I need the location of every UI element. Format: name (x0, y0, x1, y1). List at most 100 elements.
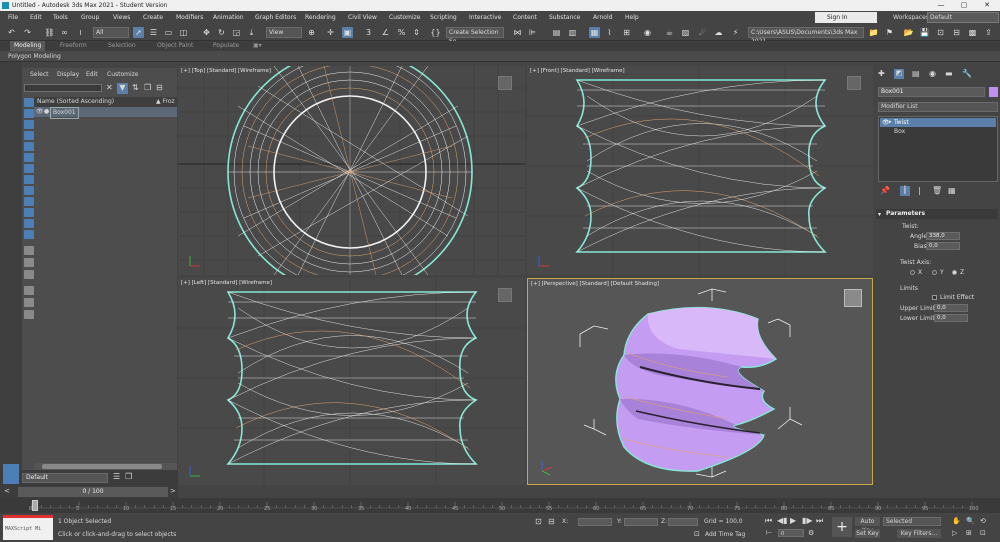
minimize-button[interactable]: — (930, 0, 952, 11)
se-search-field[interactable] (24, 84, 102, 92)
viewport-front[interactable]: [+] [Front] [Standard] [Wireframe] (527, 66, 873, 275)
render-production-icon[interactable]: ☄ (697, 27, 708, 38)
render-setup-icon[interactable]: ☕ (664, 27, 675, 38)
toggle-ribbon-icon[interactable]: ▦ (589, 27, 600, 38)
display-geometry-icon[interactable] (24, 109, 34, 118)
stack-item-twist[interactable]: 👁 ▸ Twist (880, 118, 996, 127)
align-icon[interactable]: ⊫ (527, 27, 538, 38)
viewport-top[interactable]: [+] [Top] [Standard] [Wireframe] (178, 66, 525, 275)
cloud-sync-icon[interactable]: ⇪ (983, 27, 994, 38)
add-time-tag[interactable]: Add Time Tag (705, 531, 745, 538)
window-crossing-icon[interactable]: ◫ (178, 27, 189, 38)
display-tab-icon[interactable]: ▬ (945, 69, 953, 78)
unlink-icon[interactable]: ∞ (59, 27, 70, 38)
menu-civil-view[interactable]: Civil View (348, 11, 377, 24)
viewport-label-left[interactable]: [+] [Left] [Standard] [Wireframe] (181, 280, 272, 286)
link-icon[interactable]: ⛓ (44, 27, 55, 38)
y-coord-field[interactable] (624, 518, 658, 526)
create-tab-icon[interactable]: ✚ (878, 69, 885, 78)
reference-icon[interactable]: ⊟ (951, 27, 962, 38)
sort-icon[interactable]: ⇅ (132, 83, 139, 92)
show-end-result-icon[interactable]: ┃ (900, 186, 910, 196)
ribbon-tab-modeling[interactable]: Modeling (10, 41, 46, 51)
schematic-view-icon[interactable]: ⊞ (621, 27, 632, 38)
reference-coord-dropdown[interactable]: View (266, 27, 302, 38)
mirror-icon[interactable]: ⋈ (512, 27, 523, 38)
ribbon-tab-selection[interactable]: Selection (108, 41, 136, 51)
select-none-icon[interactable] (24, 258, 34, 267)
horizontal-scrollbar[interactable] (34, 463, 177, 470)
se-menu-customize[interactable]: Customize (107, 68, 139, 81)
se-column-header[interactable]: Name (Sorted Ascending) ▲ Froz (34, 97, 177, 107)
ribbon-tab-populate[interactable]: Populate (213, 41, 239, 51)
se-menu-select[interactable]: Select (30, 68, 49, 81)
toggle-layer-explorer-icon[interactable]: ▥ (567, 27, 578, 38)
modifier-list-dropdown[interactable]: Modifier List (878, 102, 998, 112)
display-all-icon[interactable] (24, 98, 34, 107)
z-coord-field[interactable] (668, 518, 698, 526)
object-color-swatch[interactable] (989, 87, 998, 97)
menu-interactive[interactable]: Interactive (469, 11, 501, 24)
viewcube-icon[interactable] (847, 76, 861, 90)
axis-y-radio[interactable] (932, 270, 937, 275)
se-menu-edit[interactable]: Edit (86, 68, 98, 81)
close-button[interactable]: ✕ (976, 0, 998, 11)
layers-icon[interactable]: ❐ (144, 83, 151, 92)
menu-rendering[interactable]: Rendering (305, 11, 336, 24)
menu-scripting[interactable]: Scripting (430, 11, 457, 24)
parameters-header[interactable]: Parameters (876, 209, 998, 219)
layer-add-icon[interactable]: ❐ (125, 472, 132, 481)
percent-snap-icon[interactable]: % (396, 27, 407, 38)
play-icon[interactable]: ▶ (790, 516, 796, 525)
expand-icon[interactable]: ▸ (889, 118, 892, 127)
display-containers-icon[interactable] (24, 208, 34, 217)
ribbon-options-icon[interactable]: ▣▾ (253, 41, 262, 51)
axis-z-radio[interactable] (952, 270, 957, 275)
viewport-perspective[interactable]: [+] [Perspective] [Standard] [Default Sh… (527, 278, 873, 485)
set-key-button[interactable]: Set Key (855, 529, 880, 538)
object-name-field[interactable]: Box001 (878, 87, 985, 97)
bias-spinner[interactable]: 0,0 (926, 242, 960, 250)
select-by-name-icon[interactable]: ☰ (148, 27, 159, 38)
menu-tools[interactable]: Tools (53, 11, 68, 24)
current-layer-dropdown[interactable]: Default (22, 473, 108, 483)
named-selection-set-dropdown[interactable]: Create Selection Se (446, 27, 504, 45)
move-icon[interactable]: ✥ (201, 27, 212, 38)
select-object-icon[interactable]: ➚ (133, 27, 144, 38)
upper-limit-spinner[interactable]: 0,0 (934, 304, 968, 312)
menu-file[interactable]: File (8, 11, 18, 24)
key-mode-icon[interactable]: ⊢ (766, 529, 772, 537)
sign-in-button[interactable]: Sign In (815, 12, 877, 23)
zoom-extents-icon[interactable]: ⊞ (966, 529, 972, 537)
next-frame-icon[interactable]: > (170, 487, 176, 495)
modify-tab-icon[interactable]: ◩ (894, 69, 904, 79)
limit-effect-checkbox[interactable] (932, 295, 937, 300)
frame-counter[interactable]: 0 / 100 (18, 487, 168, 497)
menu-views[interactable]: Views (113, 11, 130, 24)
display-cameras-icon[interactable] (24, 142, 34, 151)
render-dot-icon[interactable]: ● (44, 107, 49, 117)
select-manipulate-icon[interactable]: ✛ (325, 27, 336, 38)
display-frozen-icon[interactable] (24, 219, 34, 228)
time-tag-icon[interactable]: ⊡ (694, 530, 700, 538)
display-spacewarps-icon[interactable] (24, 164, 34, 173)
save-as-icon[interactable]: ⊡ (935, 27, 946, 38)
make-unique-icon[interactable]: ❘ (916, 186, 923, 195)
maximize-viewport-icon[interactable]: ⊡ (980, 529, 986, 537)
edit-named-selection-icon[interactable]: {} (430, 27, 441, 38)
layer-stack-icon[interactable]: ☰ (113, 472, 120, 481)
menu-create[interactable]: Create (143, 11, 163, 24)
timeline-toggle-icon[interactable] (2, 500, 22, 511)
pan-icon[interactable]: ✋ (952, 517, 961, 525)
hierarchy-tab-icon[interactable]: ▤ (912, 69, 920, 78)
eye-icon[interactable]: 👁 (36, 107, 44, 117)
selection-filter-dropdown[interactable]: All (93, 27, 129, 38)
collapse-icon[interactable]: ▾ (878, 211, 881, 218)
remove-modifier-icon[interactable]: 🗑 (932, 186, 942, 195)
angle-snap-icon[interactable]: ∠ (380, 27, 391, 38)
lock-icon[interactable] (24, 310, 34, 319)
set-key-big-icon[interactable]: + (832, 517, 852, 537)
angle-spinner[interactable]: 338,0 (926, 232, 960, 240)
timeline[interactable]: 0 5 10 15 20 25 30 35 40 45 50 55 60 65 70 75 80 85 90 95 10… (0, 498, 1000, 513)
viewport-label-top[interactable]: [+] [Top] [Standard] [Wireframe] (181, 68, 271, 74)
